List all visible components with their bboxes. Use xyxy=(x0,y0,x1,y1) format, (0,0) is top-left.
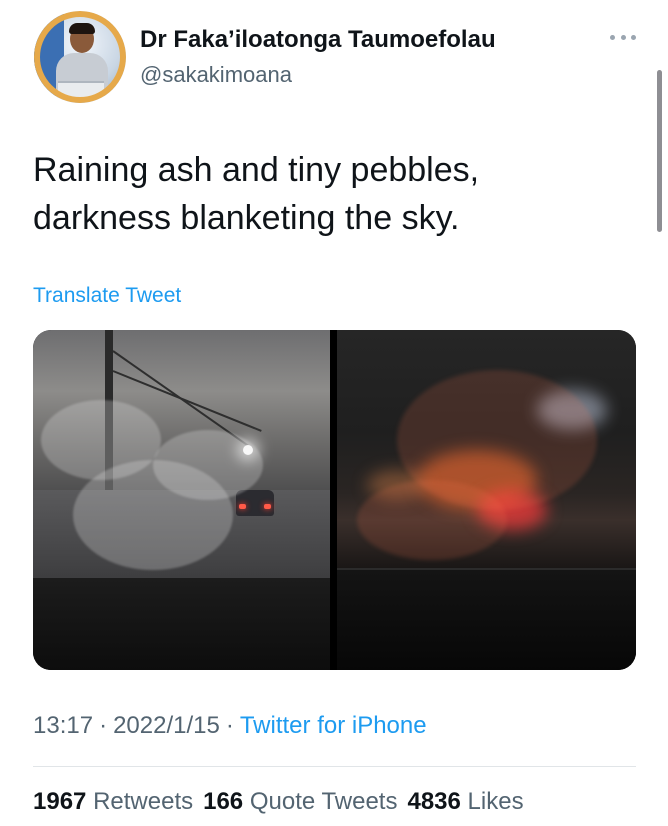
tweet-stats: 1967 Retweets 166 Quote Tweets 4836 Likes xyxy=(33,788,524,816)
more-options-icon[interactable] xyxy=(610,30,636,44)
separator: · xyxy=(225,712,234,739)
tweet-time[interactable]: 13:17 xyxy=(33,712,93,739)
avatar[interactable] xyxy=(34,11,126,103)
tweet-date[interactable]: 2022/1/15 xyxy=(113,712,220,739)
separator: · xyxy=(99,712,108,739)
quote-tweets-count: 166 xyxy=(203,788,244,815)
tweet-text-line: Raining ash and tiny pebbles, xyxy=(33,151,480,189)
scrollbar[interactable] xyxy=(657,70,662,232)
tweet-source-link[interactable]: Twitter for iPhone xyxy=(240,712,427,739)
retweets-count: 1967 xyxy=(33,788,87,815)
divider xyxy=(33,766,636,767)
likes-count: 4836 xyxy=(407,788,461,815)
tweet-text-line: darkness blanketing the sky. xyxy=(33,199,460,237)
retweets-stat[interactable]: 1967 Retweets xyxy=(33,788,193,815)
media-grid xyxy=(33,330,636,670)
tweet-metadata: 13:17 · 2022/1/15 · Twitter for iPhone xyxy=(33,712,427,740)
tweet-text: Raining ash and tiny pebbles, darkness b… xyxy=(33,146,633,242)
media-photo-1[interactable] xyxy=(33,330,330,670)
translate-tweet-link[interactable]: Translate Tweet xyxy=(33,284,181,308)
likes-label: Likes xyxy=(467,788,524,815)
quote-tweets-label: Quote Tweets xyxy=(249,788,398,815)
media-photo-2[interactable] xyxy=(337,330,636,670)
retweets-label: Retweets xyxy=(93,788,194,815)
user-handle[interactable]: @sakakimoana xyxy=(140,62,292,88)
quote-tweets-stat[interactable]: 166 Quote Tweets xyxy=(203,788,397,815)
likes-stat[interactable]: 4836 Likes xyxy=(407,788,523,815)
display-name[interactable]: Dr Faka’iloatonga Taumoefolau xyxy=(140,26,496,54)
